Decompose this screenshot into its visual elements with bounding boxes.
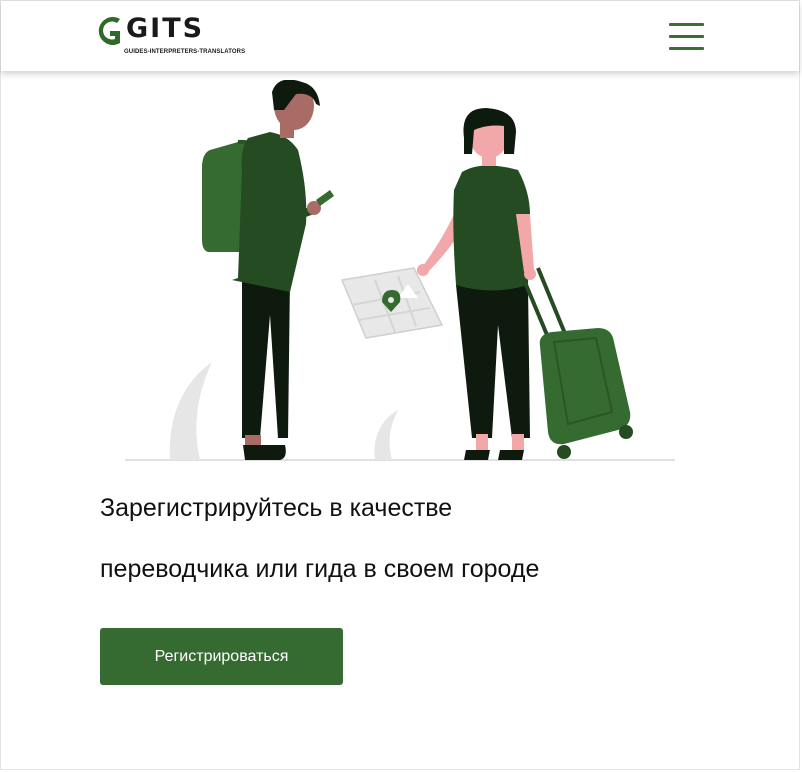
- hamburger-menu-button[interactable]: [663, 19, 711, 55]
- logo-g-icon: [98, 17, 120, 45]
- logo-wordmark-text: GITS: [126, 13, 205, 44]
- logo-tagline: GUIDES-INTERPRETERS-TRANSLATORS: [124, 49, 246, 55]
- logo-wordmark: GITS: [126, 12, 204, 46]
- site-header: GITS GUIDES-INTERPRETERS-TRANSLATORS: [1, 1, 799, 71]
- hero-headline: Зарегистрируйтесь в качестве переводчика…: [100, 478, 720, 600]
- hero-headline-line-2: переводчика или гида в своем городе: [100, 555, 540, 583]
- travelers-with-map-and-suitcase-illustration: [125, 80, 675, 461]
- hero-headline-line-1: Зарегистрируйтесь в качестве: [100, 494, 453, 522]
- register-button[interactable]: Регистрироваться: [100, 628, 343, 685]
- site-logo[interactable]: GITS GUIDES-INTERPRETERS-TRANSLATORS: [96, 13, 256, 61]
